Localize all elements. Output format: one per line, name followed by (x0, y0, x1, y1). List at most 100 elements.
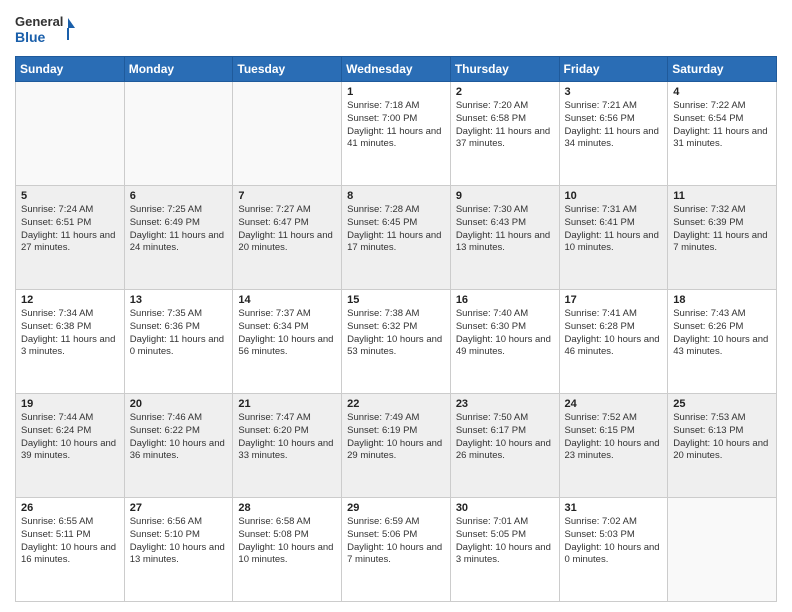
day-info: Sunrise: 7:43 AM Sunset: 6:26 PM Dayligh… (673, 308, 771, 359)
day-info: Sunrise: 7:21 AM Sunset: 6:56 PM Dayligh… (565, 100, 663, 151)
day-number: 7 (238, 190, 336, 202)
day-info: Sunrise: 7:37 AM Sunset: 6:34 PM Dayligh… (238, 308, 336, 359)
svg-text:General: General (15, 14, 63, 29)
day-number: 29 (347, 502, 445, 514)
day-number: 9 (456, 190, 554, 202)
day-number: 18 (673, 294, 771, 306)
calendar-cell: 29 Sunrise: 6:59 AM Sunset: 5:06 PM Dayli… (342, 498, 451, 602)
calendar-cell (16, 82, 125, 186)
calendar-table: SundayMondayTuesdayWednesdayThursdayFrid… (15, 56, 777, 602)
day-number: 23 (456, 398, 554, 410)
day-info: Sunrise: 7:32 AM Sunset: 6:39 PM Dayligh… (673, 204, 771, 255)
week-row-2: 5 Sunrise: 7:24 AM Sunset: 6:51 PM Daylig… (16, 186, 777, 290)
calendar-cell: 19Sunrise: 7:44 AM Sunset: 6:24 PM Dayli… (16, 394, 125, 498)
calendar-cell: 24Sunrise: 7:52 AM Sunset: 6:15 PM Dayli… (559, 394, 668, 498)
day-number: 26 (21, 502, 119, 514)
day-info: Sunrise: 7:18 AM Sunset: 7:00 PM Dayligh… (347, 100, 445, 151)
calendar-header-row: SundayMondayTuesdayWednesdayThursdayFrid… (16, 57, 777, 82)
day-number: 4 (673, 86, 771, 98)
week-row-5: 26 Sunrise: 6:55 AM Sunset: 5:11 PM Dayli… (16, 498, 777, 602)
week-row-1: 1 Sunrise: 7:18 AM Sunset: 7:00 PM Daylig… (16, 82, 777, 186)
day-info: Sunrise: 7:34 AM Sunset: 6:38 PM Dayligh… (21, 308, 119, 359)
day-info: Sunrise: 7:46 AM Sunset: 6:22 PM Dayligh… (130, 412, 228, 463)
day-info: Sunrise: 6:58 AM Sunset: 5:08 PM Dayligh… (238, 516, 336, 567)
day-info: Sunrise: 7:41 AM Sunset: 6:28 PM Dayligh… (565, 308, 663, 359)
svg-text:Blue: Blue (15, 29, 46, 45)
header: General Blue (15, 10, 777, 48)
calendar-cell: 3 Sunrise: 7:21 AM Sunset: 6:56 PM Daylig… (559, 82, 668, 186)
day-number: 14 (238, 294, 336, 306)
day-number: 12 (21, 294, 119, 306)
col-header-thursday: Thursday (450, 57, 559, 82)
day-number: 20 (130, 398, 228, 410)
day-info: Sunrise: 7:20 AM Sunset: 6:58 PM Dayligh… (456, 100, 554, 151)
day-info: Sunrise: 6:59 AM Sunset: 5:06 PM Dayligh… (347, 516, 445, 567)
calendar-cell: 11 Sunrise: 7:32 AM Sunset: 6:39 PM Dayli… (668, 186, 777, 290)
calendar-cell: 21Sunrise: 7:47 AM Sunset: 6:20 PM Dayli… (233, 394, 342, 498)
day-info: Sunrise: 7:40 AM Sunset: 6:30 PM Dayligh… (456, 308, 554, 359)
calendar-cell (124, 82, 233, 186)
day-info: Sunrise: 6:55 AM Sunset: 5:11 PM Dayligh… (21, 516, 119, 567)
day-info: Sunrise: 7:30 AM Sunset: 6:43 PM Dayligh… (456, 204, 554, 255)
day-number: 1 (347, 86, 445, 98)
day-number: 15 (347, 294, 445, 306)
calendar-cell: 7 Sunrise: 7:27 AM Sunset: 6:47 PM Daylig… (233, 186, 342, 290)
day-info: Sunrise: 7:31 AM Sunset: 6:41 PM Dayligh… (565, 204, 663, 255)
day-info: Sunrise: 7:24 AM Sunset: 6:51 PM Dayligh… (21, 204, 119, 255)
col-header-wednesday: Wednesday (342, 57, 451, 82)
day-info: Sunrise: 7:38 AM Sunset: 6:32 PM Dayligh… (347, 308, 445, 359)
day-info: Sunrise: 7:50 AM Sunset: 6:17 PM Dayligh… (456, 412, 554, 463)
day-number: 11 (673, 190, 771, 202)
day-number: 13 (130, 294, 228, 306)
calendar-cell: 5 Sunrise: 7:24 AM Sunset: 6:51 PM Daylig… (16, 186, 125, 290)
col-header-friday: Friday (559, 57, 668, 82)
day-info: Sunrise: 7:49 AM Sunset: 6:19 PM Dayligh… (347, 412, 445, 463)
week-row-4: 19Sunrise: 7:44 AM Sunset: 6:24 PM Dayli… (16, 394, 777, 498)
calendar-cell: 14 Sunrise: 7:37 AM Sunset: 6:34 PM Dayli… (233, 290, 342, 394)
col-header-tuesday: Tuesday (233, 57, 342, 82)
day-number: 21 (238, 398, 336, 410)
day-info: Sunrise: 7:22 AM Sunset: 6:54 PM Dayligh… (673, 100, 771, 151)
day-number: 22 (347, 398, 445, 410)
calendar-cell: 9 Sunrise: 7:30 AM Sunset: 6:43 PM Daylig… (450, 186, 559, 290)
day-number: 8 (347, 190, 445, 202)
calendar-cell: 12 Sunrise: 7:34 AM Sunset: 6:38 PM Dayli… (16, 290, 125, 394)
col-header-saturday: Saturday (668, 57, 777, 82)
day-info: Sunrise: 7:27 AM Sunset: 6:47 PM Dayligh… (238, 204, 336, 255)
day-number: 25 (673, 398, 771, 410)
day-number: 30 (456, 502, 554, 514)
day-number: 10 (565, 190, 663, 202)
calendar-cell: 20 Sunrise: 7:46 AM Sunset: 6:22 PM Dayli… (124, 394, 233, 498)
day-number: 24 (565, 398, 663, 410)
week-row-3: 12 Sunrise: 7:34 AM Sunset: 6:38 PM Dayli… (16, 290, 777, 394)
day-number: 3 (565, 86, 663, 98)
calendar-cell: 10 Sunrise: 7:31 AM Sunset: 6:41 PM Dayli… (559, 186, 668, 290)
day-number: 17 (565, 294, 663, 306)
calendar-cell: 13 Sunrise: 7:35 AM Sunset: 6:36 PM Dayli… (124, 290, 233, 394)
col-header-monday: Monday (124, 57, 233, 82)
calendar-cell: 1 Sunrise: 7:18 AM Sunset: 7:00 PM Daylig… (342, 82, 451, 186)
calendar-cell: 16 Sunrise: 7:40 AM Sunset: 6:30 PM Dayli… (450, 290, 559, 394)
day-info: Sunrise: 7:53 AM Sunset: 6:13 PM Dayligh… (673, 412, 771, 463)
day-number: 19 (21, 398, 119, 410)
calendar-cell: 26 Sunrise: 6:55 AM Sunset: 5:11 PM Dayli… (16, 498, 125, 602)
calendar-cell: 31 Sunrise: 7:02 AM Sunset: 5:03 PM Dayli… (559, 498, 668, 602)
calendar-cell: 15 Sunrise: 7:38 AM Sunset: 6:32 PM Dayli… (342, 290, 451, 394)
day-number: 6 (130, 190, 228, 202)
calendar-cell: 22 Sunrise: 7:49 AM Sunset: 6:19 PM Dayli… (342, 394, 451, 498)
logo-svg: General Blue (15, 10, 75, 48)
calendar-cell: 25 Sunrise: 7:53 AM Sunset: 6:13 PM Dayli… (668, 394, 777, 498)
day-info: Sunrise: 6:56 AM Sunset: 5:10 PM Dayligh… (130, 516, 228, 567)
calendar-cell (233, 82, 342, 186)
calendar-cell: 8Sunrise: 7:28 AM Sunset: 6:45 PM Daylig… (342, 186, 451, 290)
day-number: 5 (21, 190, 119, 202)
calendar-cell: 6Sunrise: 7:25 AM Sunset: 6:49 PM Daylig… (124, 186, 233, 290)
page: General Blue SundayMondayTuesdayWednesda… (0, 0, 792, 612)
calendar-cell: 27 Sunrise: 6:56 AM Sunset: 5:10 PM Dayli… (124, 498, 233, 602)
day-number: 16 (456, 294, 554, 306)
day-info: Sunrise: 7:35 AM Sunset: 6:36 PM Dayligh… (130, 308, 228, 359)
day-number: 31 (565, 502, 663, 514)
day-number: 27 (130, 502, 228, 514)
day-info: Sunrise: 7:02 AM Sunset: 5:03 PM Dayligh… (565, 516, 663, 567)
day-info: Sunrise: 7:01 AM Sunset: 5:05 PM Dayligh… (456, 516, 554, 567)
